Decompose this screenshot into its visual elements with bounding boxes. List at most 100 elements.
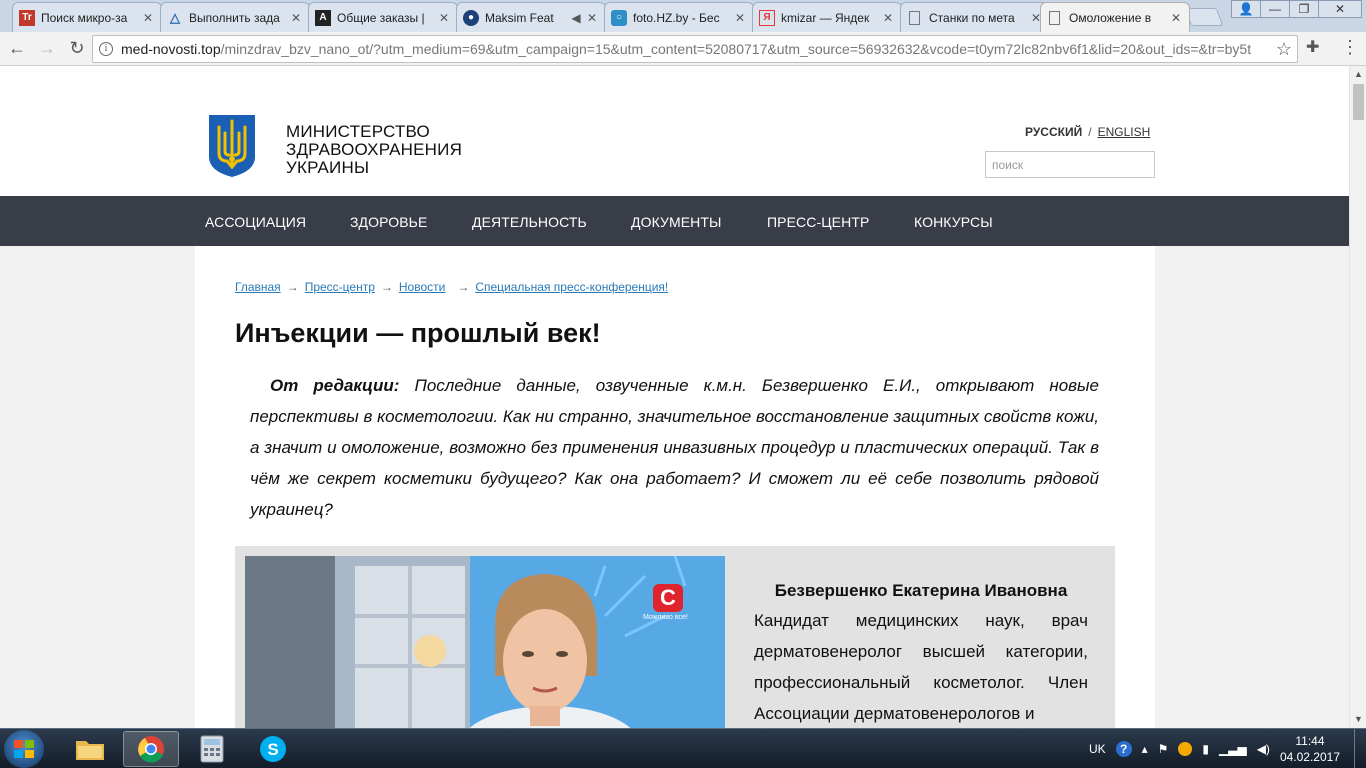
expert-name: Безвершенко Екатерина Ивановна: [774, 581, 1068, 600]
browser-tab[interactable]: Tr Поиск микро-за ✕: [12, 2, 162, 32]
browser-tab[interactable]: ○ foto.HZ.by - Бес ✕: [604, 2, 754, 32]
yandex-icon: Я: [759, 9, 775, 26]
lead-text: Последние данные, озвученные к.м.н. Безв…: [250, 376, 1099, 519]
show-desktop-button[interactable]: [1354, 729, 1366, 768]
breadcrumb-press-center[interactable]: Пресс-центр: [305, 280, 375, 294]
flag-icon[interactable]: ⚑: [1158, 742, 1169, 756]
page-title: Инъекции — прошлый век!: [235, 318, 601, 348]
chrome-taskbar-button[interactable]: [123, 731, 179, 767]
close-icon[interactable]: ✕: [289, 11, 303, 25]
close-icon[interactable]: ✕: [437, 11, 451, 25]
extension-icon[interactable]: ✚: [1306, 37, 1326, 59]
explorer-taskbar-button[interactable]: [62, 731, 118, 767]
browser-tab-active[interactable]: Омоложение в ✕: [1040, 2, 1190, 32]
expert-bio: Безвершенко Екатерина Ивановна Кандидат …: [754, 576, 1088, 728]
url-path: /minzdrav_bzv_nano_ot/?utm_medium=69&utm…: [220, 41, 1252, 57]
breadcrumb-news[interactable]: Новости: [399, 280, 445, 294]
a-icon: A: [315, 9, 331, 26]
breadcrumb-current[interactable]: Специальная пресс-конференция!: [475, 280, 668, 294]
chrome-icon: [138, 736, 164, 763]
lang-english[interactable]: ENGLISH: [1098, 125, 1151, 139]
page-scrollbar[interactable]: ▲ ▼: [1349, 66, 1366, 728]
expert-photo-image: [245, 556, 725, 728]
tab-title: Maksim Feat: [485, 10, 554, 25]
browser-tab[interactable]: Станки по мета ✕: [900, 2, 1050, 32]
nav-item-association[interactable]: АССОЦИАЦИЯ: [205, 214, 306, 230]
browser-tab[interactable]: Я kmizar — Яндек ✕: [752, 2, 902, 32]
reload-icon[interactable]: ↻: [64, 36, 90, 62]
page-viewport: МИНИСТЕРСТВО ЗДРАВООХРАНЕНИЯ УКРАИНЫ РУС…: [0, 66, 1349, 728]
menu-icon[interactable]: ⋮: [1340, 37, 1360, 59]
close-icon[interactable]: ✕: [1169, 11, 1183, 25]
nav-item-documents[interactable]: ДОКУМЕНТЫ: [631, 214, 722, 230]
tt-icon: Tr: [19, 9, 35, 26]
system-tray: UK ? ▴ ⚑ ▮ ▁▃▅ ◀) 11:44 04.02.2017: [1089, 729, 1366, 768]
help-icon[interactable]: ?: [1115, 741, 1132, 757]
info-icon[interactable]: i: [99, 42, 113, 56]
new-tab-button[interactable]: [1184, 8, 1224, 26]
close-icon[interactable]: ✕: [733, 11, 747, 25]
bookmark-star-icon[interactable]: ☆: [1271, 39, 1297, 60]
start-button[interactable]: [4, 730, 44, 768]
close-icon[interactable]: ✕: [585, 11, 599, 25]
breadcrumb-arrow: →: [286, 280, 299, 294]
minimize-button[interactable]: —: [1260, 0, 1290, 18]
tab-title: Поиск микро-за: [41, 10, 128, 25]
breadcrumb-home[interactable]: Главная: [235, 280, 281, 294]
close-window-button[interactable]: ✕: [1318, 0, 1362, 18]
browser-tab[interactable]: △ Выполнить зада ✕: [160, 2, 310, 32]
speaker-icon[interactable]: ◀: [567, 11, 585, 25]
browser-tab-strip: Tr Поиск микро-за ✕ △ Выполнить зада ✕ A…: [0, 0, 1366, 32]
lead-label: От редакции:: [270, 376, 400, 395]
tab-title: Станки по мета: [929, 10, 1015, 25]
ministry-name[interactable]: МИНИСТЕРСТВО ЗДРАВООХРАНЕНИЯ УКРАИНЫ: [286, 123, 462, 177]
ministry-line: УКРАИНЫ: [286, 158, 370, 177]
expert-profile: С Можливо все! Безвершенко Екатерина Ива…: [235, 546, 1115, 728]
ministry-line: ЗДРАВООХРАНЕНИЯ: [286, 140, 463, 159]
lang-russian[interactable]: РУССКИЙ: [1025, 125, 1082, 139]
window-controls: 👤 — ❐ ✕: [1231, 0, 1362, 18]
scroll-down-arrow-icon[interactable]: ▼: [1350, 711, 1366, 728]
triangle-icon: △: [170, 9, 180, 25]
user-icon[interactable]: 👤: [1231, 0, 1261, 18]
nav-item-press-center[interactable]: ПРЕСС-ЦЕНТР: [767, 214, 869, 230]
url-text[interactable]: med-novosti.top/minzdrav_bzv_nano_ot/?ut…: [121, 41, 1271, 57]
address-bar[interactable]: i med-novosti.top/minzdrav_bzv_nano_ot/?…: [92, 35, 1298, 63]
browser-tab[interactable]: ● Maksim Feat ◀ ✕: [456, 2, 606, 32]
page-icon: [1049, 10, 1060, 25]
scrollbar-thumb[interactable]: [1353, 84, 1364, 120]
forward-icon[interactable]: →: [34, 36, 60, 62]
tray-expand-icon[interactable]: ▴: [1142, 742, 1148, 756]
windows-logo-icon: [14, 740, 34, 758]
close-icon[interactable]: ✕: [881, 11, 895, 25]
scroll-up-arrow-icon[interactable]: ▲: [1350, 66, 1366, 83]
language-switcher: РУССКИЙ / ENGLISH: [1025, 125, 1150, 139]
nav-item-health[interactable]: ЗДОРОВЬЕ: [350, 214, 427, 230]
trident-logo-icon[interactable]: [207, 113, 257, 179]
search-input[interactable]: поиск: [985, 151, 1155, 178]
expert-photo: С Можливо все!: [245, 556, 725, 728]
tab-title: Выполнить зада: [189, 10, 280, 25]
back-icon[interactable]: ←: [4, 36, 30, 62]
keyboard-language[interactable]: UK: [1089, 742, 1106, 756]
windows-taskbar: S UK ? ▴ ⚑ ▮ ▁▃▅ ◀) 11:44 04.02.2017: [0, 728, 1366, 768]
close-icon[interactable]: ✕: [141, 11, 155, 25]
breadcrumb-arrow: →: [380, 280, 393, 294]
calculator-taskbar-button[interactable]: [184, 731, 240, 767]
skype-icon: S: [260, 736, 286, 762]
signal-icon[interactable]: ▁▃▅: [1219, 742, 1247, 756]
skype-taskbar-button[interactable]: S: [245, 731, 301, 767]
clock[interactable]: 11:44 04.02.2017: [1280, 733, 1340, 765]
nav-item-contests[interactable]: КОНКУРСЫ: [914, 214, 993, 230]
clock-date: 04.02.2017: [1279, 750, 1340, 764]
lang-separator: /: [1088, 125, 1092, 139]
tv-channel-slogan: Можливо все!: [643, 614, 688, 621]
network-icon[interactable]: ▮: [1202, 742, 1209, 756]
article-content: Главная → Пресс-центр → Новости → Специальная …: [195, 246, 1155, 728]
svg-text:S: S: [267, 740, 278, 759]
app-tray-icon[interactable]: [1178, 742, 1193, 756]
volume-icon[interactable]: ◀): [1257, 742, 1270, 756]
nav-item-activity[interactable]: ДЕЯТЕЛЬНОСТЬ: [472, 214, 587, 230]
browser-tab[interactable]: A Общие заказы | ✕: [308, 2, 458, 32]
restore-button[interactable]: ❐: [1289, 0, 1319, 18]
